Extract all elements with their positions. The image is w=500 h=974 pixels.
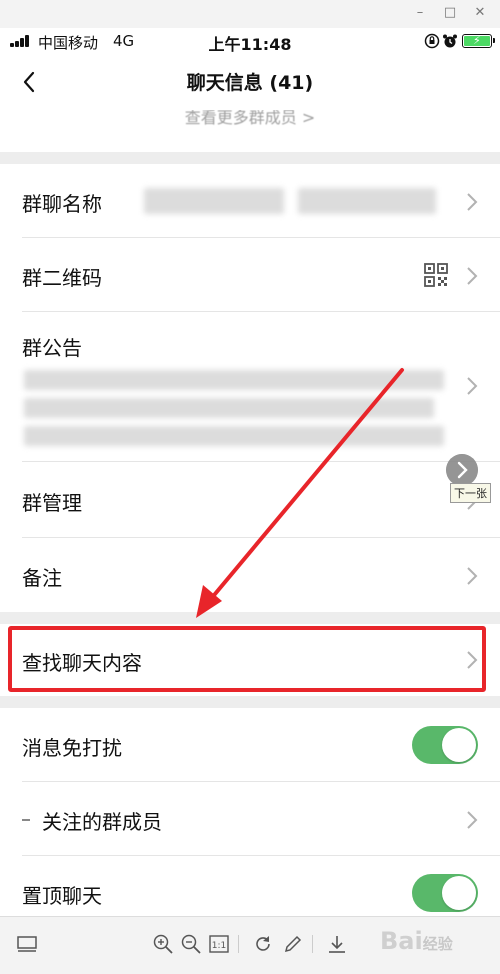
nav-bar: 聊天信息 (41)	[0, 54, 500, 110]
next-image-tooltip: 下一张	[450, 483, 491, 503]
highlight-box	[8, 626, 486, 692]
redacted-group-name	[298, 188, 436, 214]
orientation-lock-icon	[424, 33, 440, 49]
cell-group-qr-code[interactable]: 群二维码	[0, 238, 500, 312]
chevron-right-icon	[467, 377, 478, 395]
cell-label: 关注的群成员	[42, 810, 162, 834]
mute-toggle[interactable]	[412, 726, 478, 764]
cell-label: 群管理	[22, 491, 82, 515]
toolbar-separator	[312, 935, 313, 953]
view-more-members-link[interactable]: 查看更多群成员 >	[0, 110, 500, 152]
qr-code-icon	[424, 263, 448, 287]
chevron-right-icon	[467, 267, 478, 285]
cell-label: 备注	[22, 566, 62, 590]
zoom-out-icon[interactable]	[180, 933, 202, 955]
cell-group-name[interactable]: 群聊名称	[0, 164, 500, 238]
cell-label: 群聊名称	[22, 192, 102, 216]
chevron-right-icon	[467, 193, 478, 211]
zoom-in-icon[interactable]	[152, 933, 174, 955]
cell-group-management[interactable]: 群管理	[0, 462, 500, 538]
minimize-icon[interactable]: –	[410, 4, 430, 22]
cell-group-announcement[interactable]: 群公告	[0, 312, 500, 462]
status-bar: 中国移动 4G 上午11:48 ⚡	[0, 28, 500, 54]
redacted-group-name	[144, 188, 284, 214]
maximize-icon[interactable]: □	[440, 4, 460, 22]
redacted-announcement	[24, 426, 444, 446]
viewer-toolbar: 1:1 Bai经验	[0, 916, 500, 974]
cell-label: 群公告	[22, 336, 82, 360]
phone-screen: 中国移动 4G 上午11:48 ⚡ 聊天信息 (41) 查看更多群成员 > 群聊…	[0, 28, 500, 916]
svg-text:1:1: 1:1	[212, 941, 226, 951]
cell-remark[interactable]: 备注	[0, 538, 500, 612]
dash-mark	[22, 819, 30, 821]
cell-label: 群二维码	[22, 266, 102, 290]
viewer-titlebar: – □ ✕	[0, 0, 500, 28]
watermark-logo: Bai经验	[380, 927, 453, 955]
cell-sticky-on-top: 置顶聊天	[0, 856, 500, 916]
toolbar-separator	[238, 935, 239, 953]
rotate-icon[interactable]	[252, 933, 274, 955]
cell-label: 置顶聊天	[22, 884, 102, 908]
actual-size-icon[interactable]: 1:1	[208, 933, 230, 955]
cell-mute-notifications: 消息免打扰	[0, 708, 500, 782]
redacted-announcement	[24, 370, 444, 390]
redacted-announcement	[24, 398, 434, 418]
chevron-right-icon	[467, 811, 478, 829]
view-more-members-label: 查看更多群成员 >	[184, 110, 316, 127]
page-title: 聊天信息 (41)	[186, 72, 314, 94]
sticky-toggle[interactable]	[412, 874, 478, 912]
chevron-right-icon	[467, 567, 478, 585]
next-image-icon[interactable]	[446, 454, 478, 486]
alarm-icon	[443, 34, 457, 48]
back-arrow-icon[interactable]	[18, 68, 44, 96]
battery-icon: ⚡	[462, 34, 495, 48]
close-icon[interactable]: ✕	[470, 4, 490, 22]
cell-label: 消息免打扰	[22, 736, 122, 760]
cell-followed-members[interactable]: 关注的群成员	[0, 782, 500, 856]
download-icon[interactable]	[326, 933, 348, 955]
thumbnail-icon[interactable]	[16, 933, 38, 955]
edit-pen-icon[interactable]	[282, 933, 304, 955]
